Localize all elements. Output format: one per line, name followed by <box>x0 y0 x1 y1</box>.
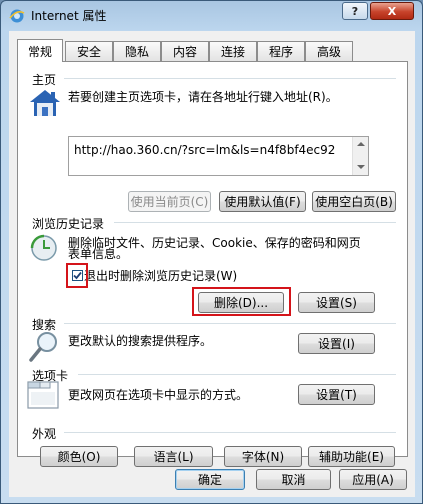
internet-options-window: Internet 属性 ? X 常规 安全 隐私 内容 连接 程序 高级 主页 … <box>0 0 423 504</box>
tab-strip: 常规 安全 隐私 内容 连接 程序 高级 <box>17 39 417 62</box>
delete-button-highlight-box <box>192 287 291 316</box>
home-section-title: 主页 <box>32 73 57 87</box>
apply-button[interactable]: 应用(A) <box>339 469 407 490</box>
cancel-button[interactable]: 取消 <box>256 469 331 490</box>
section-divider <box>64 323 396 324</box>
tabs-description: 更改网页在选项卡中显示的方式。 <box>68 388 249 402</box>
search-description: 更改默认的搜索提供程序。 <box>68 334 213 348</box>
use-current-page-button[interactable]: 使用当前页(C) <box>128 191 211 212</box>
close-button[interactable]: X <box>370 2 414 20</box>
fonts-button[interactable]: 字体(N) <box>224 446 302 467</box>
tabs-window-icon <box>27 381 59 409</box>
tab-general[interactable]: 常规 <box>17 39 63 62</box>
use-default-button[interactable]: 使用默认值(F) <box>219 191 306 212</box>
section-divider <box>78 374 396 375</box>
url-field-scrollbar[interactable] <box>352 137 368 175</box>
ok-button[interactable]: 确定 <box>175 469 245 490</box>
history-description-line2: 表单信息。 <box>68 247 129 261</box>
use-blank-page-button[interactable]: 使用空白页(B) <box>312 191 396 212</box>
home-page-url-field[interactable]: http://hao.360.cn/?src=lm&ls=n4f8bf4ec92 <box>68 136 369 176</box>
general-tab-panel: 主页 若要创建主页选项卡，请在各地址行键入地址(R)。 http://hao.3… <box>17 61 408 467</box>
window-title: Internet 属性 <box>31 9 107 23</box>
accessibility-button[interactable]: 辅助功能(E) <box>308 446 395 467</box>
delete-history-on-exit-label[interactable]: 退出时删除浏览历史记录(W) <box>84 269 237 283</box>
tab-privacy[interactable]: 隐私 <box>113 41 161 61</box>
scroll-up-icon[interactable] <box>357 142 365 146</box>
search-magnifier-icon <box>29 332 57 362</box>
appearance-section-title: 外观 <box>32 427 57 441</box>
home-description: 若要创建主页选项卡，请在各地址行键入地址(R)。 <box>68 90 338 104</box>
checkbox-highlight-box <box>66 263 88 288</box>
history-settings-button[interactable]: 设置(S) <box>298 292 375 313</box>
search-settings-button[interactable]: 设置(I) <box>298 333 375 354</box>
tabs-settings-button[interactable]: 设置(T) <box>298 384 375 405</box>
languages-button[interactable]: 语言(L) <box>134 446 213 467</box>
title-bar[interactable]: Internet 属性 ? X <box>1 1 422 31</box>
home-page-url: http://hao.360.cn/?src=lm&ls=n4f8bf4ec92 <box>74 143 336 157</box>
history-section-title: 浏览历史记录 <box>32 217 105 231</box>
scroll-down-icon[interactable] <box>357 165 365 169</box>
history-clock-icon <box>30 234 57 261</box>
help-button[interactable]: ? <box>342 2 368 20</box>
colors-button[interactable]: 颜色(O) <box>40 446 118 467</box>
tab-connections[interactable]: 连接 <box>209 41 257 61</box>
section-divider <box>64 78 396 79</box>
tab-security[interactable]: 安全 <box>65 41 113 61</box>
section-divider <box>64 432 396 433</box>
home-icon <box>30 90 60 116</box>
section-divider <box>114 222 396 223</box>
dialog-client-area: 常规 安全 隐私 内容 连接 程序 高级 主页 若要创建主页选项卡，请在各地址行… <box>9 31 415 497</box>
tab-advanced[interactable]: 高级 <box>305 41 353 61</box>
internet-explorer-icon <box>9 9 25 23</box>
tab-content[interactable]: 内容 <box>161 41 209 61</box>
tab-programs[interactable]: 程序 <box>257 41 305 61</box>
